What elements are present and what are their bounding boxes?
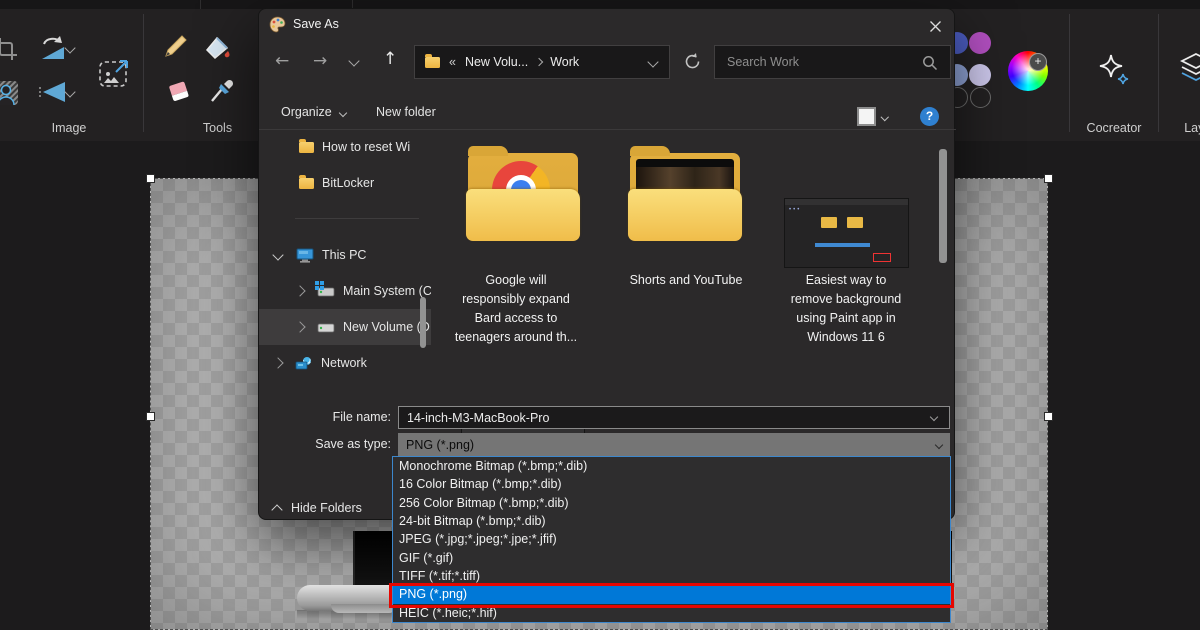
dropdown-item[interactable]: 256 Color Bitmap (*.bmp;*.dib): [393, 494, 950, 512]
ribbon-divider: [1158, 14, 1159, 132]
selection-handle-top-right[interactable]: [1044, 174, 1053, 183]
save-type-chevron-icon: [935, 440, 943, 448]
search-box[interactable]: [714, 45, 951, 79]
breadcrumb-guillemet[interactable]: «: [449, 55, 456, 69]
tree-item-main-system[interactable]: Main System (C: [259, 273, 431, 309]
close-icon[interactable]: [927, 18, 944, 35]
crop-icon[interactable]: [0, 36, 19, 62]
dropdown-item[interactable]: 24-bit Bitmap (*.bmp;*.dib): [393, 512, 950, 530]
view-icon: [857, 107, 876, 126]
collapsed-chevron-icon[interactable]: [294, 321, 305, 332]
selection-handle-top-left[interactable]: [146, 174, 155, 183]
remove-background-icon[interactable]: [0, 80, 19, 106]
address-bar[interactable]: « New Volu... Work: [414, 45, 670, 79]
sidebar-divider: [295, 218, 419, 219]
breadcrumb-separator-icon: [535, 58, 543, 66]
back-button[interactable]: ←: [275, 51, 289, 71]
tree-item-network[interactable]: Network: [259, 345, 431, 381]
paint-app-window: Image: [0, 0, 1200, 630]
view-options-button[interactable]: [857, 107, 888, 126]
new-folder-button[interactable]: New folder: [376, 105, 436, 119]
hide-folders-button[interactable]: Hide Folders: [273, 501, 362, 515]
file-name-label: File name:: [259, 410, 391, 424]
file-caption: Shorts and YouTube: [611, 271, 761, 290]
cocreator-label[interactable]: Cocreator: [1069, 121, 1159, 135]
save-as-dialog: Save As ← → ↑ « New Volu... Work: [258, 8, 955, 520]
this-pc-monitor-icon: [296, 248, 314, 263]
file-item-folder-chrome[interactable]: [466, 153, 580, 241]
folder-thumbnail: [466, 153, 580, 241]
breadcrumb-current[interactable]: Work: [550, 55, 579, 69]
selection-handle-mid-left[interactable]: [146, 412, 155, 421]
sidebar-item-folder[interactable]: How to reset Wi: [299, 140, 422, 154]
red-annotation-box: [389, 583, 954, 608]
ribbon-divider: [1069, 14, 1070, 132]
fill-tool-icon[interactable]: [205, 36, 233, 62]
address-dropdown-chevron-icon[interactable]: [647, 56, 658, 67]
file-item-screenshot[interactable]: •••: [784, 198, 909, 268]
selection-handle-mid-right[interactable]: [1044, 412, 1053, 421]
sidebar-scrollbar[interactable]: [420, 297, 426, 348]
image-group-label: Image: [0, 121, 138, 135]
file-caption: Easiest way toremove background using Pa…: [771, 271, 921, 347]
search-icon[interactable]: [922, 55, 938, 71]
dropdown-item[interactable]: Monochrome Bitmap (*.bmp;*.dib): [393, 457, 950, 475]
color-picker-tool-icon[interactable]: [208, 79, 234, 105]
dropdown-item[interactable]: 16 Color Bitmap (*.bmp;*.dib): [393, 475, 950, 493]
file-name-input[interactable]: [398, 406, 950, 429]
dropdown-item[interactable]: GIF (*.gif): [393, 549, 950, 567]
breadcrumb-parent[interactable]: New Volu...: [465, 55, 528, 69]
file-list-scrollbar[interactable]: [939, 149, 947, 263]
dialog-divider: [259, 129, 956, 130]
resize-image-icon[interactable]: [98, 58, 130, 88]
up-button[interactable]: ↑: [383, 49, 397, 69]
color-swatch[interactable]: [969, 32, 991, 54]
eraser-tool-icon[interactable]: [164, 80, 190, 104]
save-type-label: Save as type:: [259, 437, 391, 451]
search-input[interactable]: [725, 54, 909, 70]
paint-palette-icon: [269, 16, 286, 33]
add-color-plus-badge: +: [1029, 53, 1047, 71]
tree-item-new-volume[interactable]: New Volume (D: [259, 309, 431, 345]
color-swatch[interactable]: [969, 64, 991, 86]
save-type-combobox[interactable]: PNG (*.png): [398, 433, 950, 456]
file-item-folder-shorts[interactable]: [628, 153, 742, 241]
color-swatch-empty[interactable]: [970, 87, 991, 108]
layers-icon[interactable]: [1176, 50, 1200, 90]
layers-label[interactable]: Layers: [1164, 121, 1200, 135]
pencil-tool-icon[interactable]: [162, 34, 188, 60]
recent-locations-chevron-icon[interactable]: [348, 55, 359, 66]
collapsed-chevron-icon[interactable]: [272, 357, 283, 368]
help-icon[interactable]: ?: [920, 107, 939, 126]
cocreator-sparkle-icon[interactable]: [1096, 52, 1132, 88]
folder-icon: [299, 178, 314, 189]
organize-button[interactable]: Organize: [281, 105, 346, 119]
folder-icon: [299, 142, 314, 153]
drive-icon: [317, 321, 335, 333]
sidebar-item-folder[interactable]: BitLocker: [299, 176, 374, 190]
dialog-title: Save As: [293, 17, 339, 31]
file-caption: Google willresponsibly expand Bard acces…: [449, 271, 583, 347]
macbook-base-notch: [331, 604, 397, 613]
network-icon: [295, 356, 313, 371]
forward-button[interactable]: →: [313, 51, 327, 71]
expanded-chevron-icon[interactable]: [272, 249, 283, 260]
refresh-icon[interactable]: [683, 52, 702, 71]
tree-item-this-pc[interactable]: This PC: [259, 237, 431, 273]
ribbon-divider: [143, 14, 144, 132]
chevron-up-icon: [271, 504, 282, 515]
system-drive-icon: [317, 285, 335, 297]
folder-thumbnail: [628, 153, 742, 241]
folder-icon: [425, 57, 440, 68]
dropdown-item[interactable]: JPEG (*.jpg;*.jpeg;*.jpe;*.jfif): [393, 530, 950, 548]
title-strip-divider: [200, 0, 201, 9]
collapsed-chevron-icon[interactable]: [294, 285, 305, 296]
